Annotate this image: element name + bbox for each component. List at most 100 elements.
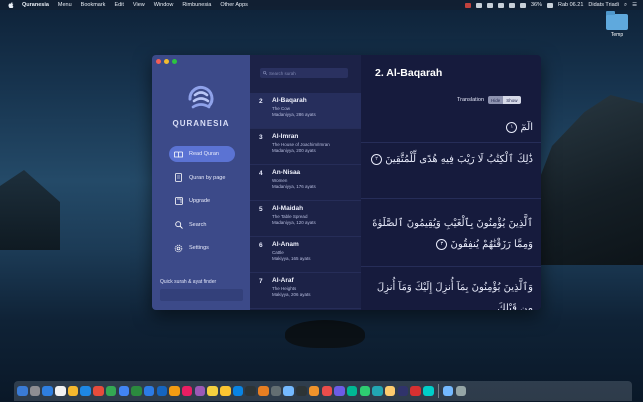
battery-icon[interactable]: [547, 2, 553, 8]
dock-app-icon[interactable]: [321, 385, 332, 397]
desktop-wallpaper-island: [285, 320, 365, 348]
dock-app-icon[interactable]: [17, 385, 28, 397]
surah-row-al-maidah[interactable]: 5 Al-Maidah The Table Spread Madaniyya, …: [250, 201, 361, 237]
tray-app-icon[interactable]: [475, 2, 482, 8]
ayah-block[interactable]: الٓمٓ ١: [361, 117, 541, 143]
dock-app-icon[interactable]: [308, 385, 320, 397]
quick-finder-input[interactable]: [160, 289, 243, 301]
dock-app-icon[interactable]: [143, 385, 155, 397]
reader-panel: 2. Al-Baqarah Translation Hide Show الٓم…: [361, 55, 541, 310]
volume-icon[interactable]: [519, 2, 526, 8]
surah-name: Al-Araf: [272, 277, 294, 284]
translation-toggle: Hide Show: [488, 96, 521, 104]
surah-search[interactable]: [260, 68, 348, 78]
menubar-user[interactable]: Didats Triadi: [588, 2, 619, 8]
dock-app-icon[interactable]: [131, 385, 142, 397]
translation-toggle-row: Translation Hide Show: [457, 96, 521, 104]
dock-app-icon[interactable]: [397, 385, 409, 397]
dock-app-icon[interactable]: [93, 385, 104, 397]
ayah-block[interactable]: وَٱلَّذِينَ يُؤْمِنُونَ بِمَآ أُنزِلَ إِ…: [361, 271, 541, 310]
sidebar-item-label: Search: [189, 221, 207, 228]
dock-app-icon[interactable]: [55, 385, 66, 397]
tray-app-icon[interactable]: [486, 2, 493, 8]
dock-app-icon[interactable]: [455, 385, 467, 397]
dock-app-icon[interactable]: [42, 385, 53, 397]
sidebar-item-settings[interactable]: Settings: [169, 240, 235, 256]
menu-app-name[interactable]: Quranesia: [22, 2, 49, 8]
dock-app-icon[interactable]: [169, 385, 180, 397]
dock-app-icon[interactable]: [118, 385, 129, 397]
dock-app-icon[interactable]: [423, 385, 434, 397]
ayah-block[interactable]: ٱلَّذِينَ يُؤْمِنُونَ بِٱلْغَيْبِ وَيُقِ…: [361, 207, 541, 267]
zoom-button[interactable]: [172, 59, 177, 64]
dock-app-icon[interactable]: [283, 385, 294, 397]
menu-item-window[interactable]: Window: [154, 2, 174, 8]
gear-icon: [174, 244, 183, 253]
surah-search-input[interactable]: [267, 70, 347, 76]
sidebar-item-search[interactable]: Search: [169, 217, 235, 233]
dock-app-icon[interactable]: [245, 385, 256, 397]
ayah-number-marker: ١: [506, 122, 518, 133]
menu-bar: Quranesia Menu Bookmark Edit View Window…: [0, 0, 643, 10]
dock-app-icon[interactable]: [156, 385, 168, 397]
dock-app-icon[interactable]: [232, 385, 244, 397]
tray-app-icon[interactable]: [497, 2, 504, 8]
menubar-clock[interactable]: Rab 06.21: [558, 2, 583, 8]
apple-icon[interactable]: [8, 2, 14, 8]
surah-translation: The Table Spread: [272, 214, 308, 219]
dock-app-icon[interactable]: [346, 385, 358, 397]
tray-app-icon[interactable]: [464, 2, 471, 8]
close-button[interactable]: [156, 59, 161, 64]
translation-hide-button[interactable]: Hide: [488, 96, 504, 104]
ayah-text: الٓمٓ ١: [361, 117, 541, 138]
dock-app-icon[interactable]: [270, 385, 282, 397]
surah-row-al-imran[interactable]: 3 Al-Imran The House of Joachim/Imran Ma…: [250, 129, 361, 165]
desktop-folder[interactable]: Temp: [604, 11, 630, 38]
sidebar-item-upgrade[interactable]: Upgrade: [169, 193, 235, 209]
surah-list: 2 Al-Baqarah The Cow Madaniyya, 286 ayat…: [250, 93, 361, 309]
dock-app-icon[interactable]: [181, 385, 193, 397]
menu-item-view[interactable]: View: [133, 2, 145, 8]
surah-row-al-araf[interactable]: 7 Al-Araf The Heights Makiyya, 206 ayats: [250, 273, 361, 309]
translation-show-button[interactable]: Show: [503, 96, 521, 104]
dock-app-icon[interactable]: [296, 385, 307, 397]
menu-item-bookmark[interactable]: Bookmark: [81, 2, 106, 8]
dock-app-icon[interactable]: [258, 385, 269, 397]
dock-app-icon[interactable]: [334, 385, 345, 397]
dock-app-icon[interactable]: [384, 385, 396, 397]
ayah-block[interactable]: ذَٰلِكَ ٱلْكِتَٰبُ لَا رَيْبَ فِيهِ هُدً…: [361, 145, 541, 199]
surah-row-an-nisaa[interactable]: 4 An-Nisaa Women Madaniyya, 176 ayats: [250, 165, 361, 201]
surah-meta: Madaniyya, 200 ayats: [272, 148, 316, 153]
surah-name: Al-Maidah: [272, 205, 304, 212]
desktop-wallpaper-rock: [0, 170, 60, 250]
menu-item-rimbunesia[interactable]: Rimbunesia: [182, 2, 211, 8]
minimize-button[interactable]: [164, 59, 169, 64]
sidebar-item-read-quran[interactable]: Read Quran: [169, 146, 235, 162]
surah-name: Al-Baqarah: [272, 97, 307, 104]
dock-app-icon[interactable]: [207, 385, 218, 397]
window-controls: [156, 59, 177, 64]
sidebar-item-label: Upgrade: [189, 198, 211, 204]
wifi-icon[interactable]: [508, 2, 515, 8]
dock-app-icon[interactable]: [105, 385, 117, 397]
dock-app-icon[interactable]: [442, 385, 454, 397]
surah-translation: Cattle: [272, 250, 284, 255]
dock-app-icon[interactable]: [67, 385, 79, 397]
dock-app-icon[interactable]: [410, 385, 421, 397]
dock-app-icon[interactable]: [220, 385, 231, 397]
menu-item-menu[interactable]: Menu: [58, 2, 72, 8]
battery-percent[interactable]: 36%: [531, 2, 542, 8]
sidebar-item-quran-by-page[interactable]: Quran by page: [169, 170, 235, 186]
control-center-icon[interactable]: ☰: [632, 2, 637, 8]
dock-app-icon[interactable]: [372, 385, 383, 397]
dock-app-icon[interactable]: [359, 385, 371, 397]
dock-app-icon[interactable]: [29, 385, 41, 397]
surah-row-al-baqarah[interactable]: 2 Al-Baqarah The Cow Madaniyya, 286 ayat…: [250, 93, 361, 129]
spotlight-icon[interactable]: ⌕: [624, 2, 627, 9]
surah-row-al-anam[interactable]: 6 Al-Anam Cattle Makiyya, 165 ayats: [250, 237, 361, 273]
dock-separator: [437, 384, 439, 398]
menu-item-edit[interactable]: Edit: [114, 2, 123, 8]
menu-item-other-apps[interactable]: Other Apps: [220, 2, 248, 8]
dock-app-icon[interactable]: [80, 385, 91, 397]
dock-app-icon[interactable]: [194, 385, 206, 397]
